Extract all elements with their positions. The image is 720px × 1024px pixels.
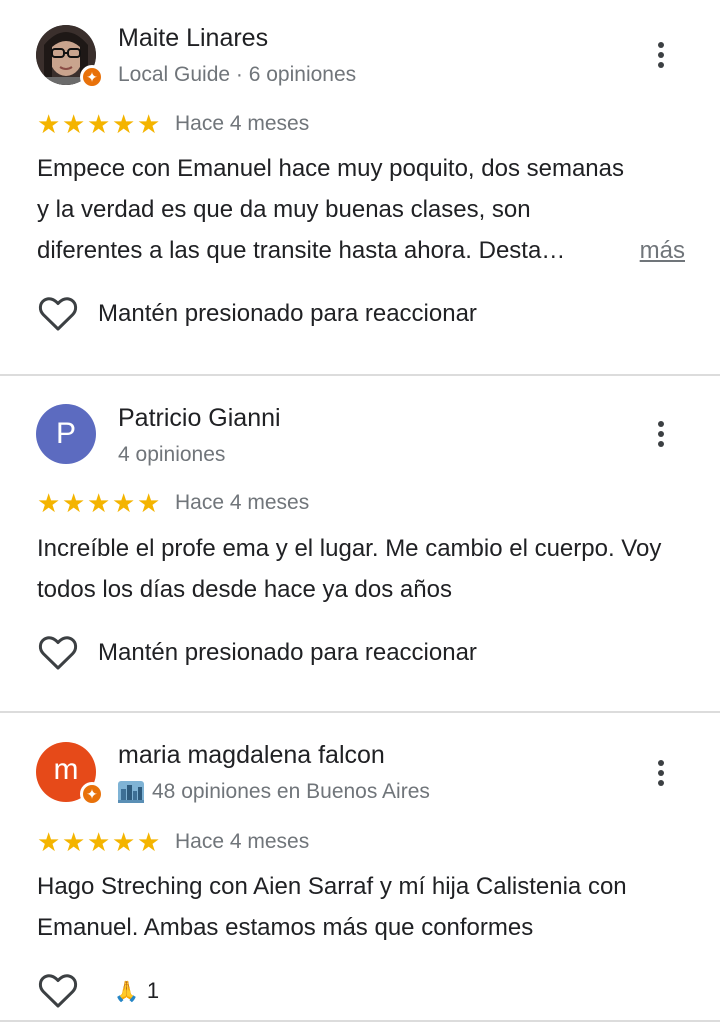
heart-icon[interactable] [38,635,78,671]
review-time: Hace 4 meses [175,830,310,853]
star-icon: ★ [62,109,86,139]
review-card: m ✦ maria magdalena falcon 48 opiniones … [0,713,720,1024]
rating-row: ★ ★ ★ ★ ★ Hace 4 meses [37,829,309,855]
star-icon: ★ [37,109,61,139]
more-options-icon[interactable] [646,35,676,75]
reviewer-meta: Local Guide · 6 opiniones [118,63,357,86]
star-icon: ★ [112,109,136,139]
more-options-icon[interactable] [646,753,676,793]
local-guide-badge-icon: ✦ [80,782,104,806]
star-icon: ★ [137,488,161,518]
star-icon: ★ [112,827,136,857]
star-icon: ★ [137,827,161,857]
reaction-row[interactable]: Mantén presionado para reaccionar [38,635,477,671]
review-time: Hace 4 meses [175,491,310,514]
reaction-row[interactable]: Mantén presionado para reaccionar [38,296,477,332]
city-icon [118,781,144,803]
review-text-wrap: Empece con Emanuel hace muy poquito, dos… [37,148,687,271]
reaction-row[interactable]: 🙏 1 [38,973,159,1009]
star-rating: ★ ★ ★ ★ ★ [37,829,162,855]
reaction-count: 1 [146,978,160,1003]
review-text: Hago Streching con Aien Sarraf y mí hija… [37,873,627,941]
star-icon: ★ [37,827,61,857]
avatar-letter: P [55,417,76,450]
rating-row: ★ ★ ★ ★ ★ Hace 4 meses [37,490,309,516]
avatar[interactable]: m ✦ [36,742,104,806]
review-card: ✦ Maite Linares Local Guide · 6 opinione… [0,0,720,374]
star-icon: ★ [87,827,111,857]
more-link[interactable]: más [640,230,685,271]
rating-row: ★ ★ ★ ★ ★ Hace 4 meses [37,111,309,137]
reaction-label: Mantén presionado para reaccionar [98,639,477,666]
star-rating: ★ ★ ★ ★ ★ [37,111,162,137]
reviewer-meta: 48 opiniones en Buenos Aires [152,780,430,803]
star-icon: ★ [87,488,111,518]
reviewer-meta-row: 48 opiniones en Buenos Aires [118,780,430,804]
reaction-label: Mantén presionado para reaccionar [98,300,477,327]
reviewer-name[interactable]: Maite Linares [118,24,268,53]
heart-icon[interactable] [38,973,78,1009]
review-card: P Patricio Gianni 4 opiniones ★ ★ ★ ★ ★ … [0,376,720,711]
star-icon: ★ [112,488,136,518]
avatar-letter: m [53,753,79,786]
divider [0,1020,720,1022]
reaction-count-chip[interactable]: 🙏 1 [114,978,159,1004]
reviewer-name[interactable]: maria magdalena falcon [118,741,385,770]
reviewer-name[interactable]: Patricio Gianni [118,404,281,433]
local-guide-badge-icon: ✦ [80,65,104,89]
star-rating: ★ ★ ★ ★ ★ [37,490,162,516]
heart-icon[interactable] [38,296,78,332]
review-text: Increíble el profe ema y el lugar. Me ca… [37,535,662,603]
pray-icon: 🙏 [114,980,139,1003]
review-text: Empece con Emanuel hace muy poquito, dos… [37,155,625,264]
more-options-icon[interactable] [646,414,676,454]
reviewer-meta: 4 opiniones [118,443,226,466]
review-time: Hace 4 meses [175,112,310,135]
star-icon: ★ [137,109,161,139]
star-icon: ★ [37,488,61,518]
star-icon: ★ [87,109,111,139]
avatar[interactable]: ✦ [36,25,104,89]
star-icon: ★ [62,827,86,857]
avatar[interactable]: P [36,404,96,464]
star-icon: ★ [62,488,86,518]
